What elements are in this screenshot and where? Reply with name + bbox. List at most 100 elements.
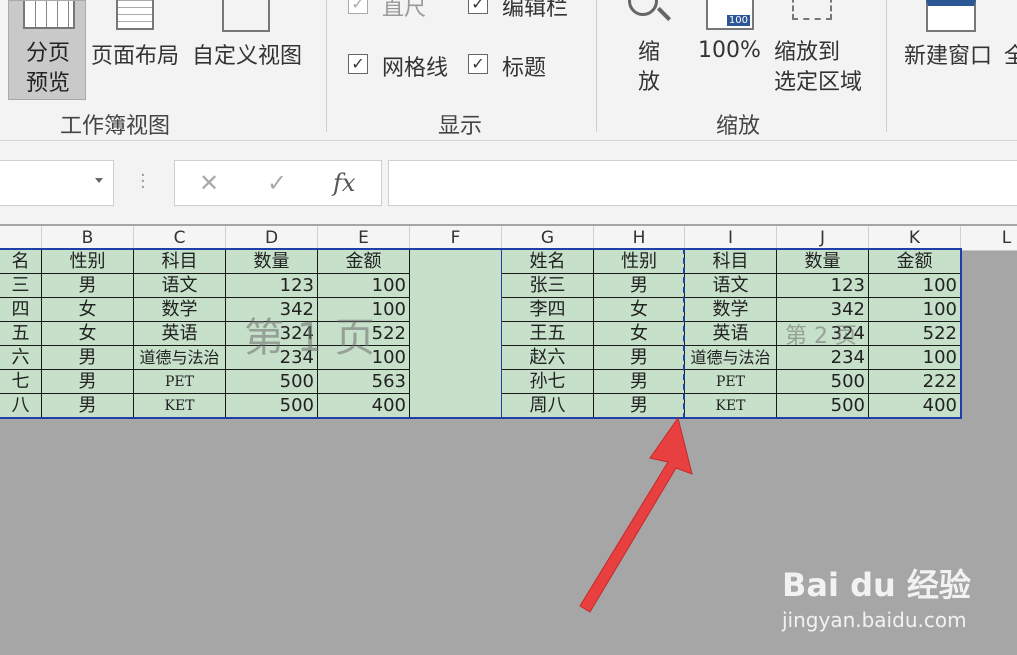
column-header[interactable]: J xyxy=(777,226,869,250)
table-cell[interactable]: 李四 xyxy=(502,298,594,322)
header-cell[interactable] xyxy=(410,250,502,274)
table-cell[interactable]: 男 xyxy=(594,274,685,298)
header-cell[interactable]: 名 xyxy=(0,250,42,274)
table-cell[interactable]: 赵六 xyxy=(502,346,594,370)
table-cell[interactable]: 男 xyxy=(42,394,134,418)
table-cell[interactable]: PET xyxy=(685,370,777,394)
page-layout-icon xyxy=(116,0,154,30)
page-layout-button[interactable]: 页面布局 xyxy=(91,38,179,70)
table-cell[interactable]: 语文 xyxy=(685,274,777,298)
header-cell[interactable]: 金额 xyxy=(318,250,410,274)
table-cell[interactable]: 七 xyxy=(0,370,42,394)
header-cell[interactable]: 科目 xyxy=(685,250,777,274)
zoom-selection-button[interactable]: 缩放到 选定区域 xyxy=(774,38,862,98)
table-cell[interactable]: 女 xyxy=(42,298,134,322)
table-cell[interactable]: 400 xyxy=(318,394,410,418)
table-cell[interactable] xyxy=(410,346,502,370)
table-cell[interactable]: PET xyxy=(134,370,226,394)
table-cell[interactable]: KET xyxy=(134,394,226,418)
column-header[interactable]: G xyxy=(502,226,594,250)
table-cell[interactable]: 500 xyxy=(226,394,318,418)
ruler-checkbox[interactable]: ✓ xyxy=(348,0,368,14)
more-options-icon[interactable]: · · · xyxy=(140,167,146,197)
table-cell[interactable]: 女 xyxy=(42,322,134,346)
name-box[interactable] xyxy=(0,160,114,206)
column-header[interactable]: F xyxy=(410,226,502,250)
header-cell[interactable]: 数量 xyxy=(226,250,318,274)
new-window-icon xyxy=(926,0,976,32)
column-header[interactable]: K xyxy=(869,226,961,250)
headings-checkbox[interactable]: ✓ xyxy=(468,54,488,74)
enter-icon[interactable]: ✓ xyxy=(267,169,287,197)
table-cell[interactable]: 500 xyxy=(777,394,869,418)
header-cell[interactable]: 金额 xyxy=(869,250,961,274)
header-cell[interactable]: 姓名 xyxy=(502,250,594,274)
header-cell[interactable]: 性别 xyxy=(42,250,134,274)
table-cell[interactable]: 八 xyxy=(0,394,42,418)
column-header[interactable]: H xyxy=(594,226,685,250)
header-cell[interactable]: 科目 xyxy=(134,250,226,274)
page-break-preview-button[interactable]: 分页 预览 xyxy=(8,0,86,100)
table-cell[interactable]: 100 xyxy=(318,274,410,298)
table-cell[interactable]: 500 xyxy=(226,370,318,394)
table-cell[interactable]: 王五 xyxy=(502,322,594,346)
table-cell[interactable]: 六 xyxy=(0,346,42,370)
table-cell[interactable]: 道德与法治 xyxy=(134,346,226,370)
table-cell[interactable]: 男 xyxy=(42,370,134,394)
table-cell[interactable]: 张三 xyxy=(502,274,594,298)
table-cell[interactable]: 222 xyxy=(869,370,961,394)
table-cell[interactable]: 孙七 xyxy=(502,370,594,394)
table-cell[interactable]: 女 xyxy=(594,322,685,346)
table-cell[interactable] xyxy=(410,322,502,346)
column-header[interactable]: L xyxy=(961,226,1017,250)
table-cell[interactable]: 522 xyxy=(869,322,961,346)
insert-function-icon[interactable]: fx xyxy=(333,169,355,197)
table-cell[interactable]: 道德与法治 xyxy=(685,346,777,370)
table-cell[interactable]: 英语 xyxy=(134,322,226,346)
column-header-a-partial[interactable] xyxy=(0,226,42,250)
chevron-down-icon[interactable] xyxy=(95,178,103,183)
table-cell[interactable]: 男 xyxy=(594,346,685,370)
table-cell[interactable]: 123 xyxy=(777,274,869,298)
table-cell[interactable]: 563 xyxy=(318,370,410,394)
page-break-line[interactable] xyxy=(683,248,685,419)
table-cell[interactable]: 英语 xyxy=(685,322,777,346)
table-cell[interactable]: 400 xyxy=(869,394,961,418)
column-header[interactable]: I xyxy=(685,226,777,250)
formula-bar-checkbox[interactable]: ✓ xyxy=(468,0,488,14)
formula-bar-label: 编辑栏 xyxy=(502,0,569,21)
table-cell[interactable]: 男 xyxy=(594,370,685,394)
table-cell[interactable] xyxy=(410,298,502,322)
table-cell[interactable]: 100 xyxy=(869,274,961,298)
custom-view-button[interactable]: 自定义视图 xyxy=(192,38,302,70)
table-cell[interactable]: 数学 xyxy=(134,298,226,322)
table-cell[interactable]: 100 xyxy=(869,298,961,322)
table-cell[interactable] xyxy=(410,274,502,298)
column-header[interactable]: E xyxy=(318,226,410,250)
column-header[interactable]: B xyxy=(42,226,134,250)
header-cell[interactable]: 性别 xyxy=(594,250,685,274)
table-cell[interactable]: 女 xyxy=(594,298,685,322)
column-header[interactable]: C xyxy=(134,226,226,250)
cancel-icon[interactable]: ✕ xyxy=(199,169,219,197)
table-cell[interactable]: 男 xyxy=(42,346,134,370)
table-cell[interactable]: 123 xyxy=(226,274,318,298)
table-cell[interactable]: 男 xyxy=(42,274,134,298)
table-cell[interactable]: 四 xyxy=(0,298,42,322)
table-cell[interactable]: 100 xyxy=(869,346,961,370)
new-window-button[interactable]: 新建窗口 xyxy=(904,38,992,70)
table-cell[interactable]: 三 xyxy=(0,274,42,298)
table-cell[interactable]: 语文 xyxy=(134,274,226,298)
table-cell[interactable]: 500 xyxy=(777,370,869,394)
zoom-100-button[interactable]: 100% xyxy=(698,38,761,63)
arrange-all-button[interactable]: 全 xyxy=(1004,38,1017,70)
table-cell[interactable]: 五 xyxy=(0,322,42,346)
gridlines-checkbox[interactable]: ✓ xyxy=(348,54,368,74)
table-cell[interactable] xyxy=(410,394,502,418)
table-cell[interactable] xyxy=(410,370,502,394)
header-cell[interactable]: 数量 xyxy=(777,250,869,274)
column-header[interactable]: D xyxy=(226,226,318,250)
zoom-button[interactable]: 缩 放 xyxy=(638,38,660,98)
table-cell[interactable]: 数学 xyxy=(685,298,777,322)
formula-input[interactable] xyxy=(388,160,1017,206)
